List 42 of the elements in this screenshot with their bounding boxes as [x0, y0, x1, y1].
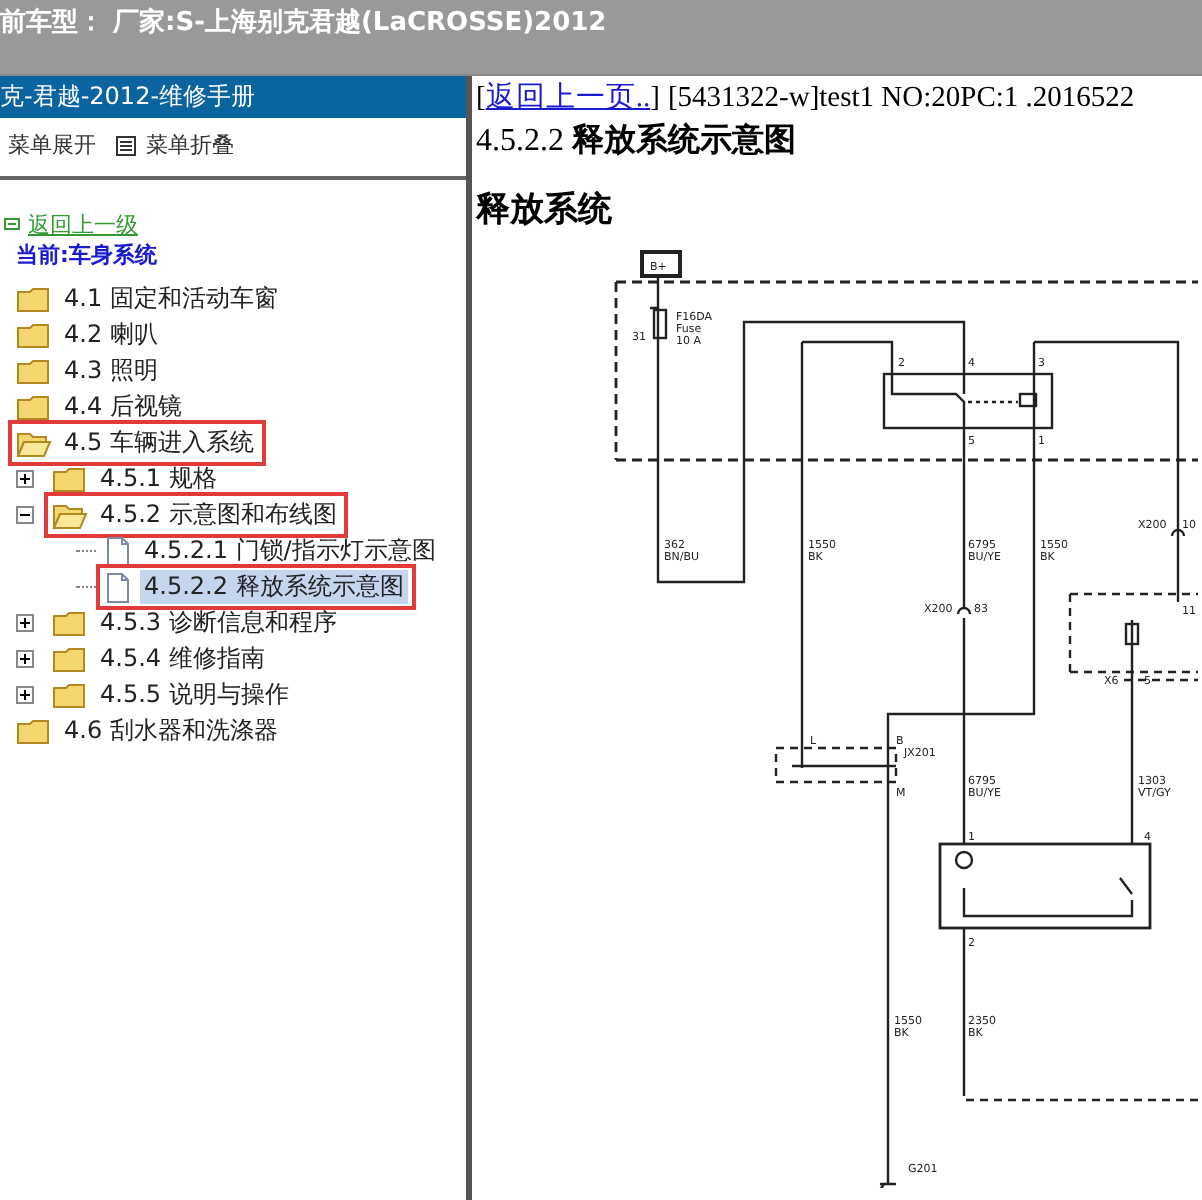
list-icon	[116, 135, 136, 155]
tree-item[interactable]: 4.5.3 诊断信息和程序	[96, 606, 341, 640]
folder-icon	[52, 609, 88, 637]
bracket-text: [	[476, 82, 486, 114]
tree-expander-icon[interactable]	[16, 650, 34, 668]
document-icon	[104, 571, 132, 603]
tree-item[interactable]: 4.5.2.2 释放系统示意图	[140, 570, 408, 604]
tree-item[interactable]: 4.5.5 说明与操作	[96, 678, 293, 712]
tree-item[interactable]: 4.5.1 规格	[96, 462, 221, 496]
collapse-menu-button[interactable]: 菜单折叠	[116, 126, 234, 164]
tree-item[interactable]: 4.4 后视镜	[60, 390, 186, 424]
page-title: 4.5.2.2 释放系统示意图	[476, 120, 798, 162]
tree-item[interactable]: 4.6 刮水器和洗涤器	[60, 714, 282, 748]
tree-expander-icon[interactable]	[16, 470, 34, 488]
folder-icon	[52, 681, 88, 709]
bracket-text: ]	[650, 82, 660, 114]
tree-item[interactable]: 4.2 喇叭	[60, 318, 162, 352]
tree-expander-icon[interactable]	[16, 614, 34, 632]
tree-item[interactable]: 4.5.4 维修指南	[96, 642, 269, 676]
folder-icon	[16, 717, 52, 745]
document-icon	[104, 535, 132, 567]
folder-icon	[16, 393, 52, 421]
expand-menu-button[interactable]: 菜单展开	[8, 126, 96, 164]
section-heading: 释放系统	[476, 188, 614, 232]
tree-item[interactable]: 4.3 照明	[60, 354, 162, 388]
folder-icon	[52, 465, 88, 493]
open-folder-icon	[52, 501, 88, 529]
back-page-link[interactable]: 返回上一页..	[485, 82, 651, 114]
manual-title: 克-君越-2012-维修手册	[0, 76, 466, 118]
folder-icon	[16, 285, 52, 313]
current-section: 当前:车身系统	[4, 239, 466, 269]
vehicle-title: 前车型： 厂家:S-上海别克君越(LaCROSSE)2012	[0, 8, 607, 40]
folder-icon	[16, 357, 52, 385]
tree-item[interactable]: 4.1 固定和活动车窗	[60, 282, 282, 316]
tree-item[interactable]: 4.5.2.1 门锁/指示灯示意图	[140, 534, 440, 568]
folder-icon	[16, 321, 52, 349]
tree-expander-icon[interactable]	[16, 686, 34, 704]
folder-icon	[52, 645, 88, 673]
back-up-link[interactable]: 返回上一级	[4, 209, 138, 239]
document-reference: [5431322-w]test1 NO:20PC:1 .2016522	[667, 82, 1135, 114]
open-folder-icon	[16, 429, 52, 457]
tree-expander-icon[interactable]	[16, 506, 34, 524]
